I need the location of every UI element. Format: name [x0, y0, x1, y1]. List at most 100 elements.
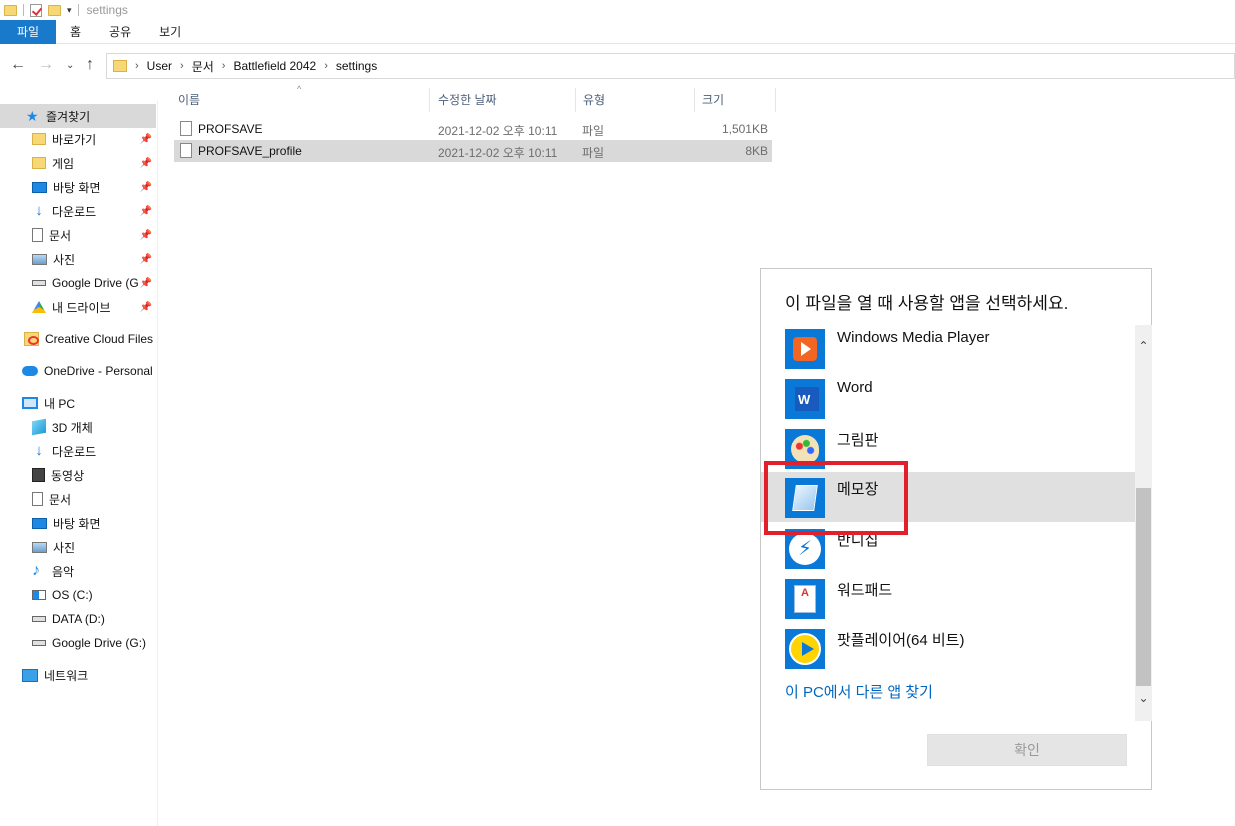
address-bar[interactable]: › User › 문서 › Battlefield 2042 › setting… — [106, 53, 1235, 79]
app-option-potplayer[interactable]: 팟플레이어(64 비트) — [761, 625, 1135, 675]
tab-file[interactable]: 파일 — [0, 20, 56, 44]
sidebar-item-label: 문서 — [49, 228, 72, 243]
sidebar-item-games[interactable]: 게임 📌 — [32, 151, 156, 175]
sidebar-item-pc-downloads[interactable]: ↓ 다운로드 — [32, 439, 156, 463]
column-header-name[interactable]: 이름 — [174, 88, 430, 112]
breadcrumb-battlefield[interactable]: Battlefield 2042 — [233, 59, 316, 73]
pin-icon[interactable]: 📌 — [140, 230, 152, 241]
pin-icon[interactable]: 📌 — [140, 182, 152, 193]
desktop-icon — [32, 517, 47, 529]
app-list-scrollbar[interactable]: ⌃ ⌄ — [1135, 325, 1152, 721]
music-icon: ♪ — [32, 562, 40, 579]
app-option-notepad[interactable]: 메모장 — [761, 472, 1135, 522]
app-option-windows-media-player[interactable]: Windows Media Player — [761, 325, 1135, 375]
sidebar-item-music[interactable]: ♪ 음악 — [32, 559, 156, 583]
drive-icon — [32, 640, 46, 646]
sidebar-item-label: Creative Cloud Files — [45, 332, 154, 346]
sidebar-item-desktop[interactable]: 바탕 화면 📌 — [32, 175, 156, 199]
sidebar-item-3d-objects[interactable]: 3D 개체 — [32, 415, 156, 439]
app-name: 워드패드 — [837, 582, 893, 599]
sidebar-item-label: 즐겨찾기 — [46, 109, 91, 124]
ok-button[interactable]: 확인 — [927, 734, 1127, 766]
recent-locations-icon[interactable]: ⌄ — [66, 60, 74, 71]
breadcrumb-documents[interactable]: 문서 — [192, 58, 214, 75]
google-drive-icon — [32, 301, 46, 313]
pin-icon[interactable]: 📌 — [140, 158, 152, 169]
up-arrow-icon[interactable]: ↑ — [86, 56, 94, 74]
computer-icon — [22, 397, 38, 409]
chevron-down-icon[interactable]: ▾ — [67, 5, 72, 16]
document-icon — [32, 492, 43, 506]
pin-icon[interactable]: 📌 — [140, 254, 152, 265]
sidebar-item-pc-documents[interactable]: 문서 — [32, 487, 156, 511]
sidebar-item-label: 바로가기 — [52, 132, 97, 147]
file-row-selected[interactable]: PROFSAVE_profile 2021-12-02 오후 10:11 파일 … — [174, 140, 772, 162]
find-another-app-link[interactable]: 이 PC에서 다른 앱 찾기 — [785, 681, 933, 702]
breadcrumb-user[interactable]: User — [147, 59, 172, 73]
folder-icon[interactable] — [4, 4, 17, 16]
sidebar-item-pc-desktop[interactable]: 바탕 화면 — [32, 511, 156, 535]
column-header-size[interactable]: 크기 — [698, 88, 776, 112]
column-header-type[interactable]: 유형 — [579, 88, 695, 112]
pin-icon[interactable]: 📌 — [140, 134, 152, 145]
sidebar-item-onedrive[interactable]: OneDrive - Personal — [22, 359, 156, 383]
pin-icon[interactable]: 📌 — [140, 206, 152, 217]
sidebar-item-downloads[interactable]: ↓ 다운로드 📌 — [32, 199, 156, 223]
navigation-pane: ★ 즐겨찾기 바로가기 📌 게임 📌 바탕 화면 📌 ↓ 다운로드 📌 문서 📌… — [0, 100, 158, 826]
new-folder-icon[interactable] — [48, 4, 61, 16]
column-header-modified[interactable]: 수정한 날짜 — [434, 88, 576, 112]
sidebar-item-google-drive[interactable]: Google Drive (G 📌 — [32, 271, 156, 295]
folder-icon — [113, 60, 127, 72]
sidebar-item-label: 동영상 — [51, 468, 85, 483]
sidebar-item-this-pc[interactable]: 내 PC — [22, 391, 156, 415]
chevron-up-icon[interactable]: ⌃ — [1135, 339, 1152, 353]
sidebar-item-google-drive-g[interactable]: Google Drive (G:) — [32, 631, 156, 655]
sidebar-item-label: 바탕 화면 — [53, 180, 101, 195]
app-option-word[interactable]: W Word — [761, 375, 1135, 425]
chevron-down-icon[interactable]: ⌄ — [1135, 691, 1152, 705]
file-icon — [180, 121, 192, 136]
chevron-right-icon[interactable]: › — [222, 60, 226, 72]
sidebar-item-pictures[interactable]: 사진 📌 — [32, 247, 156, 271]
back-arrow-icon[interactable]: ← — [10, 56, 26, 74]
properties-icon[interactable] — [30, 3, 42, 17]
tab-home[interactable]: 홈 — [56, 20, 95, 44]
app-name: Word — [837, 379, 873, 396]
sidebar-item-shortcuts[interactable]: 바로가기 📌 — [32, 127, 156, 151]
toolbar-separator — [77, 4, 79, 16]
download-icon: ↓ — [35, 442, 43, 459]
sidebar-item-documents[interactable]: 문서 📌 — [32, 223, 156, 247]
app-option-bandizip[interactable]: ⚡ 반디집 — [761, 525, 1135, 575]
file-type: 파일 — [582, 124, 605, 138]
3d-objects-icon — [32, 418, 46, 436]
sidebar-item-data-drive[interactable]: DATA (D:) — [32, 607, 156, 631]
chevron-right-icon[interactable]: › — [180, 60, 184, 72]
sidebar-item-pc-pictures[interactable]: 사진 — [32, 535, 156, 559]
drive-icon — [32, 280, 46, 286]
forward-arrow-icon[interactable]: → — [38, 56, 54, 74]
sidebar-item-label: 바탕 화면 — [53, 516, 101, 531]
app-option-wordpad[interactable]: A 워드패드 — [761, 575, 1135, 625]
sidebar-item-network[interactable]: 네트워크 — [22, 663, 156, 687]
video-icon — [32, 468, 45, 482]
sidebar-item-my-drive[interactable]: 내 드라이브 📌 — [32, 295, 156, 319]
tab-view[interactable]: 보기 — [145, 20, 195, 44]
breadcrumb-settings[interactable]: settings — [336, 59, 377, 73]
scrollbar-thumb[interactable] — [1136, 488, 1151, 686]
sidebar-item-label: 사진 — [53, 252, 76, 267]
sidebar-item-quick-access[interactable]: ★ 즐겨찾기 — [0, 104, 156, 128]
sidebar-item-label: DATA (D:) — [52, 612, 105, 626]
pin-icon[interactable]: 📌 — [140, 302, 152, 313]
chevron-right-icon[interactable]: › — [324, 60, 328, 72]
sidebar-item-creative-cloud[interactable]: Creative Cloud Files — [24, 327, 156, 351]
pin-icon[interactable]: 📌 — [140, 278, 152, 289]
title-bar: ▾ settings — [0, 0, 1235, 20]
chevron-right-icon[interactable]: › — [135, 60, 139, 72]
ribbon-tabs: 파일 홈 공유 보기 — [0, 20, 1235, 44]
tab-share[interactable]: 공유 — [95, 20, 145, 44]
sidebar-item-label: 음악 — [52, 564, 75, 579]
file-row[interactable]: PROFSAVE 2021-12-02 오후 10:11 파일 1,501KB — [174, 118, 772, 140]
sidebar-item-videos[interactable]: 동영상 — [32, 463, 156, 487]
app-option-paint[interactable]: 그림판 — [761, 425, 1135, 475]
sidebar-item-os-drive[interactable]: OS (C:) — [32, 583, 156, 607]
